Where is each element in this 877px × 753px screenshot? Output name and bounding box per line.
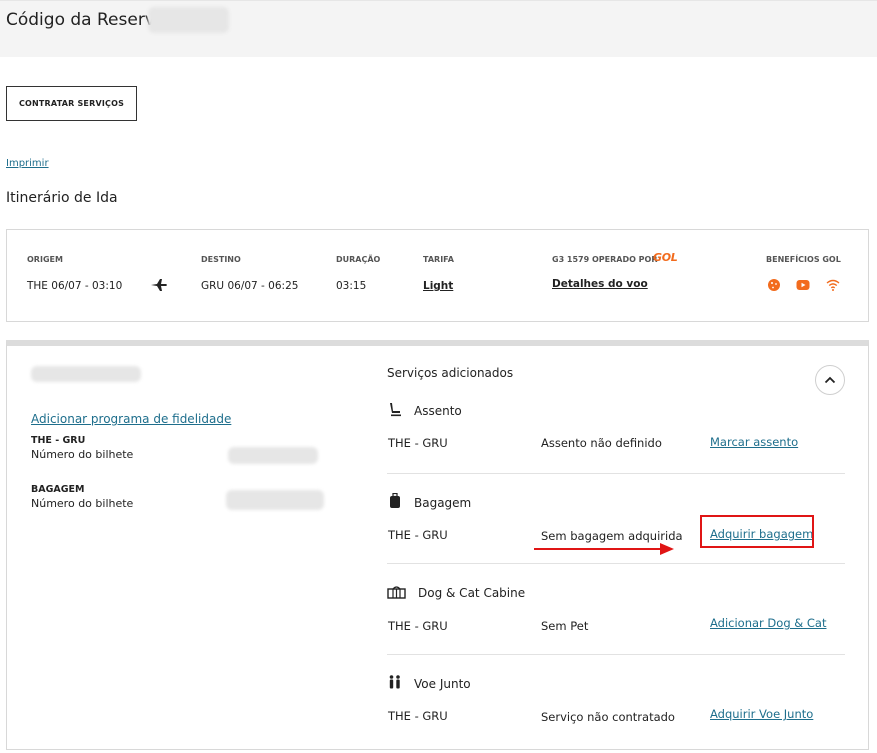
tarifa-label: TARIFA xyxy=(423,255,454,264)
airplane-icon xyxy=(151,279,167,291)
service-route-bagagem: THE - GRU xyxy=(388,528,448,542)
redacted-passenger-name xyxy=(31,366,141,382)
redacted-ticket-number xyxy=(228,447,318,464)
bagagem-bilhete-label: Número do bilhete xyxy=(31,497,134,510)
annotation-arrow-head xyxy=(660,543,674,555)
destino-value: GRU 06/07 - 06:25 xyxy=(201,280,299,292)
bilhete-label: Número do bilhete xyxy=(31,448,134,461)
voo-label: G3 1579 OPERADO POR xyxy=(552,255,658,264)
chevron-up-icon xyxy=(824,376,836,384)
service-name-voe-junto: Voe Junto xyxy=(414,677,471,691)
itinerary-card: ORIGEM THE 06/07 - 03:10 DESTINO GRU 06/… xyxy=(6,229,869,322)
origem-label: ORIGEM xyxy=(27,255,63,264)
origem-value: THE 06/07 - 03:10 xyxy=(27,280,123,292)
destino-label: DESTINO xyxy=(201,255,241,264)
detalhes-voo-link[interactable]: Detalhes do voo xyxy=(552,278,648,290)
gol-logo: GOL xyxy=(653,251,678,264)
duracao-value: 03:15 xyxy=(336,280,367,292)
service-name-dog-cat: Dog & Cat Cabine xyxy=(418,586,526,600)
contratar-servicos-button[interactable]: CONTRATAR SERVIÇOS xyxy=(6,86,137,121)
service-status-assento: Assento não definido xyxy=(541,436,662,450)
tarifa-link[interactable]: Light xyxy=(423,280,453,292)
passenger-route: THE - GRU xyxy=(31,435,86,446)
adquirir-voe-junto-link[interactable]: Adquirir Voe Junto xyxy=(710,707,813,721)
service-status-dog-cat: Sem Pet xyxy=(541,619,589,633)
redacted-reservation-code xyxy=(148,7,229,33)
itinerary-title: Itinerário de Ida xyxy=(6,190,118,206)
divider xyxy=(387,563,845,564)
youtube-icon xyxy=(796,280,810,290)
imprimir-link[interactable]: Imprimir xyxy=(6,158,49,169)
family-icon xyxy=(389,675,400,689)
adicionar-dog-cat-link[interactable]: Adicionar Dog & Cat xyxy=(710,616,827,630)
services-title: Serviços adicionados xyxy=(387,366,514,380)
marcar-assento-link[interactable]: Marcar assento xyxy=(710,435,798,449)
wifi-icon xyxy=(826,279,840,291)
adicionar-fidelidade-link[interactable]: Adicionar programa de fidelidade xyxy=(31,412,231,426)
highlight-box xyxy=(700,515,814,548)
reservation-header: Código da Reserva xyxy=(0,0,877,57)
collapse-button[interactable] xyxy=(815,365,845,395)
pet-carrier-icon xyxy=(387,586,406,599)
redacted-bagagem-ticket-number xyxy=(226,490,324,510)
page-title: Código da Reserva xyxy=(6,10,166,30)
cookie-icon xyxy=(768,279,780,291)
seat-icon xyxy=(390,403,401,417)
service-name-bagagem: Bagagem xyxy=(414,496,472,510)
service-route-assento: THE - GRU xyxy=(388,436,448,450)
duracao-label: DURAÇÃO xyxy=(336,255,381,264)
service-route-dog-cat: THE - GRU xyxy=(388,619,448,633)
service-name-assento: Assento xyxy=(414,404,462,418)
annotation-arrow xyxy=(534,548,662,550)
divider xyxy=(387,654,845,655)
bagagem-label: BAGAGEM xyxy=(31,484,85,495)
service-status-voe-junto: Serviço não contratado xyxy=(541,710,675,724)
service-route-voe-junto: THE - GRU xyxy=(388,709,448,723)
service-status-bagagem: Sem bagagem adquirida xyxy=(541,529,683,543)
divider xyxy=(387,473,845,474)
luggage-icon xyxy=(390,493,400,508)
beneficios-label: BENEFÍCIOS GOL xyxy=(766,255,841,264)
